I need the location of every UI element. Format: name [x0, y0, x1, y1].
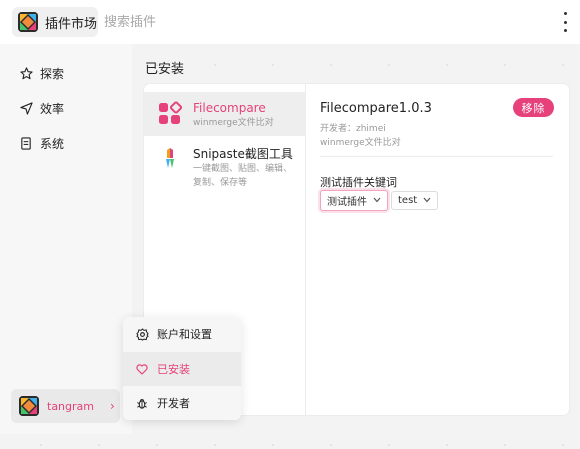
plugin-description-line-2: 复制、保存等	[193, 178, 248, 188]
menu-item-label: 已安装	[157, 363, 190, 376]
plugin-author: 开发者：zhimei	[320, 124, 386, 134]
menu-item-developer[interactable]: 开发者	[123, 386, 241, 420]
search-input[interactable]	[104, 11, 254, 33]
menu-item-account-settings[interactable]: 账户和设置	[123, 317, 241, 351]
keyword-select[interactable]: 测试插件	[320, 190, 388, 211]
heart-icon	[135, 362, 149, 376]
gear-icon	[135, 327, 149, 341]
keyword-select-value: 测试插件	[327, 197, 367, 208]
sidebar-item-label: 效率	[40, 101, 65, 116]
top-bar: 插件市场	[0, 0, 580, 44]
send-icon	[18, 100, 34, 116]
filecompare-icon	[157, 100, 183, 126]
chevron-right-icon: ›	[110, 399, 115, 413]
test-select[interactable]: test	[391, 191, 439, 210]
chevron-down-icon	[423, 196, 431, 206]
test-select-value: test	[398, 195, 418, 206]
user-name: tangram	[47, 399, 94, 413]
plugin-description: winmerge文件比对	[193, 118, 274, 128]
list-icon	[18, 135, 34, 151]
plugin-name: Snipaste截图工具	[193, 147, 293, 161]
app-brand[interactable]: 插件市场	[12, 7, 98, 37]
divider	[320, 156, 553, 157]
plugin-description-line-1: 一键截图、贴图、编辑、	[193, 164, 293, 174]
remove-button[interactable]: 移除	[513, 98, 554, 117]
user-menu: 账户和设置 已安装 开发者	[123, 317, 241, 420]
snipaste-icon	[157, 146, 183, 172]
chevron-down-icon	[373, 196, 381, 206]
sidebar-item-efficiency[interactable]: 效率	[18, 98, 64, 118]
avatar	[19, 396, 39, 416]
sidebar-item-label: 系统	[40, 136, 65, 151]
sidebar-item-label: 探索	[40, 66, 65, 81]
plugin-detail: Filecompare1.0.3 开发者：zhimei winmerge文件比对…	[320, 84, 569, 415]
menu-item-installed[interactable]: 已安装	[123, 352, 241, 386]
sidebar-item-system[interactable]: 系统	[18, 133, 64, 153]
app-title: 插件市场	[45, 16, 98, 32]
plugin-name: Filecompare	[193, 101, 266, 115]
page-title: 已安装	[145, 62, 185, 77]
user-account-button[interactable]: tangram ›	[11, 389, 120, 423]
plugin-item-filecompare[interactable]: Filecompare winmerge文件比对	[144, 92, 306, 136]
menu-item-label: 开发者	[157, 397, 190, 410]
menu-item-label: 账户和设置	[157, 328, 212, 341]
bug-icon	[135, 396, 149, 410]
app-logo-icon	[18, 12, 38, 32]
sidebar: 探索 效率 系统 tangram ›	[0, 44, 132, 434]
sidebar-item-explore[interactable]: 探索	[18, 63, 64, 83]
plugin-detail-title: Filecompare1.0.3	[320, 101, 432, 116]
keyword-section-title: 测试插件关键词	[320, 176, 397, 189]
plugin-detail-description: winmerge文件比对	[320, 138, 401, 148]
more-options-icon[interactable]	[560, 12, 570, 32]
star-icon	[18, 65, 34, 81]
plugin-item-snipaste[interactable]: Snipaste截图工具 一键截图、贴图、编辑、 复制、保存等	[144, 144, 306, 192]
